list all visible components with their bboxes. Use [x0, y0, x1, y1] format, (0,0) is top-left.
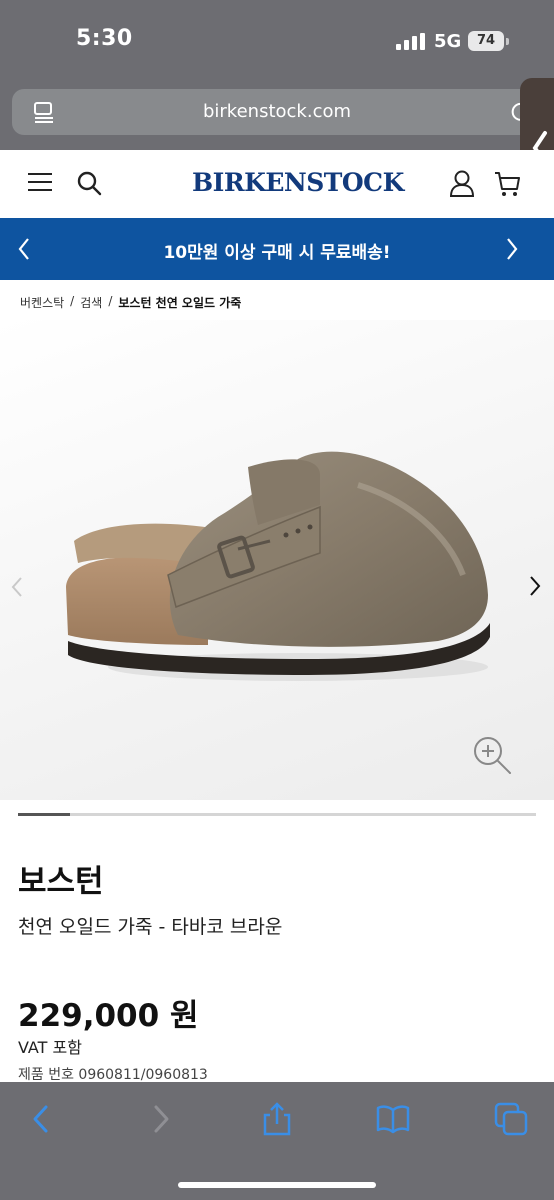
- tabs-icon[interactable]: [494, 1102, 528, 1136]
- product-gallery[interactable]: [0, 320, 554, 800]
- url-text[interactable]: birkenstock.com: [12, 101, 542, 122]
- promo-banner: 10만원 이상 구매 시 무료배송!: [0, 218, 554, 280]
- back-icon[interactable]: [24, 1102, 58, 1136]
- search-icon[interactable]: [76, 170, 102, 196]
- product-price: 229,000 원: [18, 998, 199, 1034]
- breadcrumb-item[interactable]: 검색: [80, 294, 102, 311]
- menu-icon[interactable]: [28, 173, 52, 193]
- breadcrumb-current: 보스턴 천연 오일드 가죽: [118, 296, 242, 310]
- promo-text[interactable]: 10만원 이상 구매 시 무료배송!: [0, 238, 554, 263]
- home-indicator: [178, 1182, 376, 1188]
- battery-level: 74: [468, 31, 504, 51]
- share-icon[interactable]: [260, 1102, 294, 1136]
- battery-tip: [506, 38, 509, 45]
- browser-top-chrome: 5:30 5G 74 birkenstock.com: [0, 0, 554, 220]
- vat-label: VAT 포함: [18, 1038, 82, 1057]
- cart-icon[interactable]: [494, 169, 520, 197]
- bookmarks-icon[interactable]: [376, 1102, 410, 1136]
- signal-icon: [396, 33, 425, 50]
- breadcrumb-separator: /: [108, 294, 113, 308]
- zoom-in-icon[interactable]: [472, 735, 512, 775]
- account-icon[interactable]: [449, 169, 475, 197]
- site-header: BIRKENSTOCK: [0, 150, 554, 218]
- network-type: 5G: [434, 31, 462, 52]
- breadcrumb: 버켄스탁 / 검색 / 보스턴 천연 오일드 가죽: [20, 294, 241, 311]
- status-time: 5:30: [76, 26, 133, 51]
- product-subtitle: 천연 오일드 가죽 - 타바코 브라운: [18, 916, 283, 938]
- gallery-progress-fill: [18, 813, 70, 816]
- breadcrumb-item[interactable]: 버켄스탁: [20, 294, 64, 311]
- address-bar[interactable]: birkenstock.com: [12, 89, 542, 135]
- product-number: 제품 번호 0960811/0960813: [18, 1067, 208, 1083]
- chevron-right-icon[interactable]: [528, 574, 542, 598]
- product-image: [66, 451, 490, 681]
- product-title: 보스턴: [18, 864, 104, 900]
- browser-bottom-toolbar: [0, 1082, 554, 1200]
- chevron-right-icon[interactable]: [504, 236, 520, 262]
- forward-icon[interactable]: [144, 1102, 178, 1136]
- brand-logo[interactable]: BIRKENSTOCK: [192, 168, 404, 197]
- breadcrumb-separator: /: [70, 294, 75, 308]
- chevron-left-icon[interactable]: [10, 575, 24, 599]
- gallery-progress-track: [18, 813, 536, 816]
- status-bar: 5:30 5G 74: [0, 0, 554, 84]
